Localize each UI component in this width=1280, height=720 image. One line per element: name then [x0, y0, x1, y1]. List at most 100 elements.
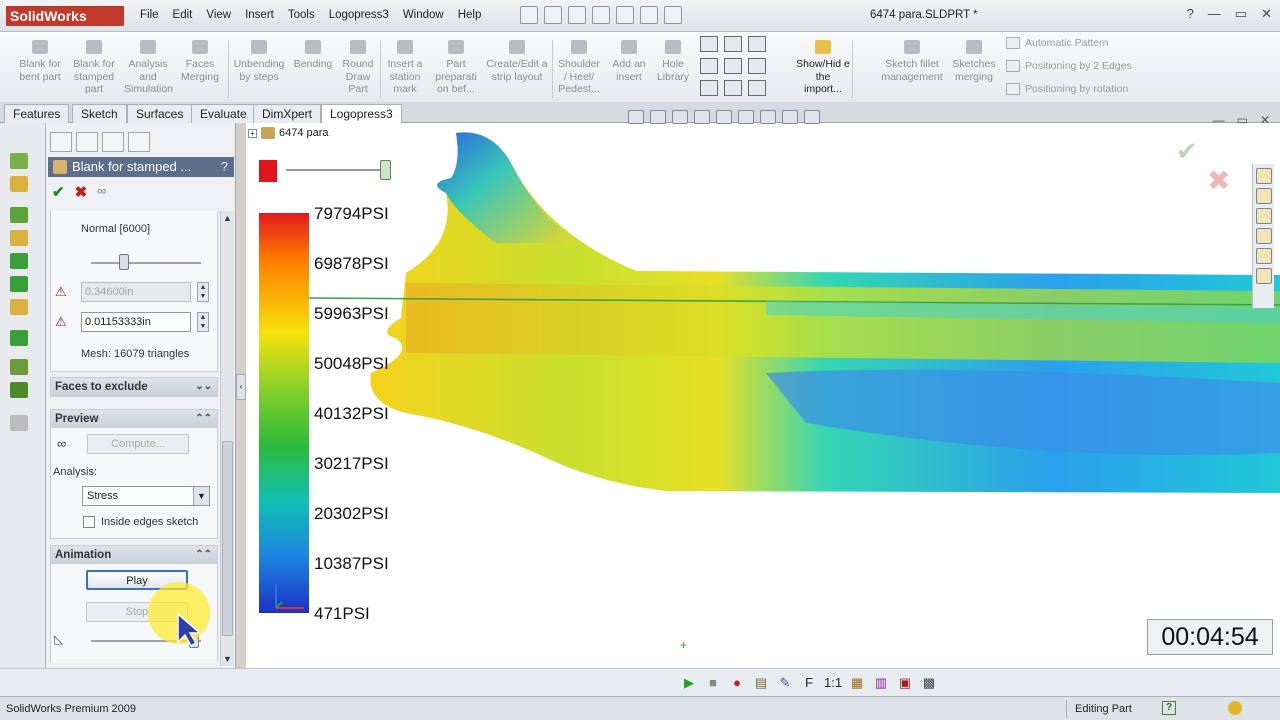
configuration-icon[interactable]	[102, 132, 124, 152]
viewport-close-button[interactable]: ✕	[1260, 113, 1270, 127]
analysis-simulation-button[interactable]: Analysis and Simulation	[124, 40, 173, 96]
menu-help[interactable]: Help	[458, 9, 482, 21]
feature-tree-flyout[interactable]: + 6474 para	[248, 127, 329, 139]
faces-to-exclude-header[interactable]: Faces to exclude ⌄⌄	[51, 378, 217, 396]
restore-button[interactable]: ▭	[1235, 6, 1247, 22]
part-preparation-button[interactable]: Part preparati on bef...	[432, 40, 480, 96]
rebuild-icon[interactable]	[640, 6, 658, 24]
zoom-to-area-icon[interactable]	[650, 110, 666, 124]
display-style-icon[interactable]	[738, 110, 754, 124]
cancel-button[interactable]: ✖	[75, 183, 88, 201]
detailed-preview-icon[interactable]: ∞	[97, 183, 106, 201]
tool-icon[interactable]	[10, 207, 28, 223]
confirm-ok-icon[interactable]: ✔	[1176, 136, 1198, 167]
align-icon[interactable]	[748, 36, 766, 52]
tab-logopress3[interactable]: Logopress3	[321, 104, 402, 123]
menu-tools[interactable]: Tools	[288, 9, 315, 21]
design-library-icon[interactable]	[1256, 188, 1272, 204]
scene-icon[interactable]	[804, 110, 820, 124]
close-button[interactable]: ✕	[1261, 6, 1272, 22]
tool-icon[interactable]	[10, 230, 28, 246]
view-palette-icon[interactable]	[1256, 228, 1272, 244]
zoom-to-fit-icon[interactable]	[628, 110, 644, 124]
color-bars-icon[interactable]: ▥	[872, 675, 890, 691]
panel-scrollbar[interactable]: ▲ ▼	[220, 211, 234, 666]
stop-icon[interactable]: ■	[704, 675, 722, 691]
tool-icon[interactable]	[10, 276, 28, 292]
align-icon[interactable]	[700, 80, 718, 96]
animation-progress-track[interactable]	[286, 169, 386, 171]
home-icon[interactable]	[1256, 168, 1272, 184]
tab-evaluate[interactable]: Evaluate	[191, 104, 256, 123]
add-insert-button[interactable]: Add an insert	[608, 40, 650, 83]
expand-icon[interactable]: +	[248, 128, 257, 138]
help-icon[interactable]: ?	[221, 157, 228, 177]
undo-icon[interactable]	[616, 6, 634, 24]
round-draw-part-button[interactable]: Round Draw Part	[340, 40, 376, 96]
help-icon[interactable]: ?	[1187, 6, 1194, 22]
positioning-2-edges-button[interactable]: Positioning by 2 Edges	[1006, 60, 1132, 73]
align-icon[interactable]	[724, 36, 742, 52]
scrollbar-thumb[interactable]	[222, 441, 233, 636]
align-icon[interactable]	[700, 58, 718, 74]
tool-icon[interactable]	[10, 176, 28, 192]
blank-for-bent-part-button[interactable]: Blank for bent part	[14, 40, 66, 83]
animation-progress-thumb[interactable]	[380, 160, 391, 180]
menu-window[interactable]: Window	[403, 9, 444, 21]
custom-properties-icon[interactable]	[1256, 268, 1272, 284]
menu-view[interactable]: View	[206, 9, 231, 21]
compute-button[interactable]: Compute...	[87, 434, 189, 454]
tool-icon[interactable]	[10, 415, 28, 431]
new-recording-icon[interactable]: ▤	[752, 675, 770, 691]
save-icon[interactable]	[568, 6, 586, 24]
property-manager-icon[interactable]	[76, 132, 98, 152]
chord-tolerance-spinner[interactable]: ▲ ▼	[197, 282, 209, 302]
appearance-icon[interactable]	[782, 110, 798, 124]
hole-library-button[interactable]: Hole Library	[654, 40, 692, 83]
align-icon[interactable]	[748, 58, 766, 74]
tab-sketch[interactable]: Sketch	[72, 104, 127, 123]
viewport-minimize-button[interactable]: —	[1213, 113, 1225, 127]
save-movie-icon[interactable]: ▣	[896, 675, 914, 691]
graphics-area[interactable]	[246, 123, 1280, 668]
tool-icon[interactable]	[10, 253, 28, 269]
menu-edit[interactable]: Edit	[173, 9, 193, 21]
appearances-icon[interactable]	[1256, 248, 1272, 264]
sketches-merging-button[interactable]: Sketches merging	[950, 40, 998, 83]
expand-icon[interactable]: ⌄⌄	[195, 378, 212, 396]
collapse-icon[interactable]: ⌃⌃	[195, 546, 212, 564]
rebuild-status-icon[interactable]	[1228, 701, 1242, 715]
align-icon[interactable]	[748, 80, 766, 96]
show-hide-import-button[interactable]: Show/Hid e the import...	[796, 40, 850, 96]
collapse-icon[interactable]: ⌃⌃	[195, 410, 212, 428]
f-button[interactable]: F	[800, 675, 818, 691]
section-view-icon[interactable]	[694, 110, 710, 124]
align-icon[interactable]	[700, 36, 718, 52]
mesh-quality-slider[interactable]	[91, 262, 201, 264]
confirm-cancel-icon[interactable]: ✖	[1207, 164, 1230, 197]
tool-icon[interactable]	[10, 359, 28, 375]
frame-icon[interactable]: ▦	[848, 675, 866, 691]
shoulder-heel-button[interactable]: Shoulder / Heel/ Pedest...	[556, 40, 602, 96]
chord-tolerance-field[interactable]: 0.34600in	[81, 282, 191, 302]
options-icon[interactable]	[664, 6, 682, 24]
deviation-spinner[interactable]: ▲ ▼	[197, 312, 209, 332]
tab-surfaces[interactable]: Surfaces	[127, 104, 193, 123]
positioning-rotation-button[interactable]: Positioning by rotation	[1006, 83, 1128, 96]
tab-features[interactable]: Features	[4, 104, 70, 123]
feature-tree-icon[interactable]	[50, 132, 72, 152]
bending-button[interactable]: Bending	[290, 40, 336, 71]
sketch-fillet-management-button[interactable]: Sketch fillet management	[878, 40, 946, 83]
viewport-restore-button[interactable]: ▭	[1237, 113, 1248, 127]
menu-logopress3[interactable]: Logopress3	[329, 9, 389, 21]
preview-header[interactable]: Preview ⌃⌃	[51, 410, 217, 428]
insert-station-mark-button[interactable]: Insert a station mark	[384, 40, 426, 96]
minimize-button[interactable]: —	[1208, 6, 1221, 22]
panel-collapse-handle[interactable]: ‹	[236, 374, 246, 400]
animation-header[interactable]: Animation ⌃⌃	[51, 546, 217, 564]
tool-icon[interactable]	[10, 153, 28, 169]
deviation-field[interactable]: 0.01153333in	[81, 312, 191, 332]
align-icon[interactable]	[724, 58, 742, 74]
open-icon[interactable]	[544, 6, 562, 24]
settings-icon[interactable]: ▩	[920, 675, 938, 691]
